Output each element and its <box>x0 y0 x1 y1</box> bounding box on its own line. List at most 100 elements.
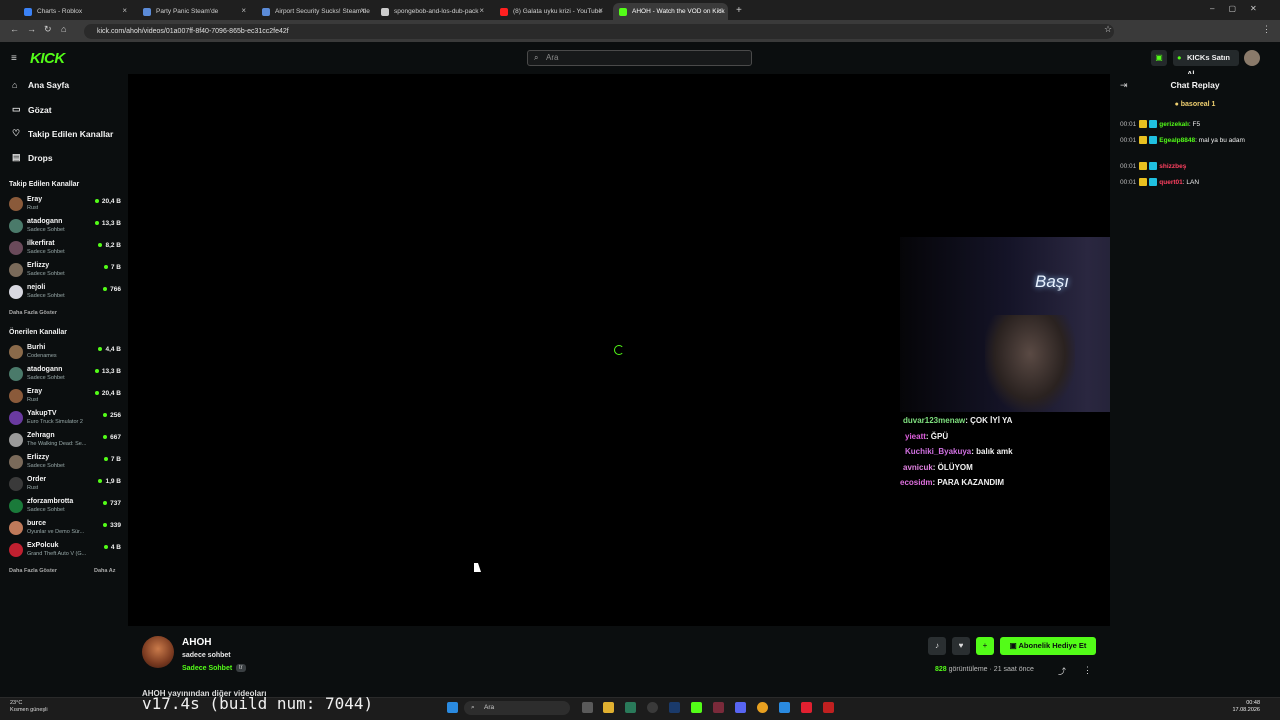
weather-widget[interactable]: 23°C Kısmen güneşli <box>10 700 48 714</box>
channel-avatar <box>9 411 23 425</box>
app-red2-icon[interactable] <box>823 702 834 713</box>
bookmark-star-icon[interactable]: ☆ <box>1104 24 1112 35</box>
show-more-followed[interactable]: Daha Fazla Göster <box>9 310 57 316</box>
sidebar-nav-item[interactable]: ▭ Gözat <box>12 104 52 115</box>
viewer-count: 766 <box>103 286 121 293</box>
taskbar-clock[interactable]: 00:48 17.08.2026 <box>1225 700 1260 714</box>
tab-close-icon[interactable]: × <box>122 6 127 15</box>
channel-item[interactable]: burce Oyunlar ve Demo Sür... 339 <box>9 518 121 538</box>
chat-timestamp: 00:01 <box>1120 163 1137 170</box>
reload-icon[interactable]: ↻ <box>44 24 52 35</box>
discord-icon[interactable] <box>735 702 746 713</box>
channel-item[interactable]: ExPolcuk Grand Theft Auto V (G... 4 B <box>9 540 121 560</box>
browser-tab[interactable]: Airport Security Sucks! Steam'de × <box>256 3 371 20</box>
browser-tab[interactable]: Party Panic Steam'de × <box>137 3 252 20</box>
chat-username[interactable]: shizzbeş <box>1159 163 1186 170</box>
home-icon[interactable]: ⌂ <box>61 24 66 34</box>
chat-message: 00:01 gerizekalı: F5 <box>1120 120 1270 130</box>
mouse-cursor-icon <box>474 563 481 572</box>
forward-icon[interactable]: → <box>27 24 36 34</box>
channel-name: zforzambrotta <box>27 498 74 505</box>
channel-item[interactable]: atadogann Sadece Sohbet 13,3 B <box>9 364 121 384</box>
tab-title: Party Panic Steam'de <box>156 8 219 15</box>
taskbar-search[interactable]: ⌕ Ara <box>464 701 570 715</box>
view-label: görüntüleme <box>948 666 988 673</box>
search-placeholder: Ara <box>546 53 559 62</box>
tab-close-icon[interactable]: × <box>717 6 722 15</box>
browser-menu-icon[interactable]: ⋮ <box>1262 24 1271 35</box>
chat-message: 00:01 Egealp8848: mal ya bu adam <box>1120 136 1270 146</box>
tab-close-icon[interactable]: × <box>598 6 603 15</box>
chat-username[interactable]: quert01 <box>1159 179 1182 186</box>
channel-name: Zehragn <box>27 432 55 439</box>
follow-heart-icon[interactable]: ♥ <box>952 637 970 655</box>
overlay-message: : PARA KAZANDIM <box>932 478 1005 487</box>
channel-item[interactable]: nejoli Sadece Sohbet 766 <box>9 282 121 302</box>
share-icon[interactable]: ⤴ <box>1058 666 1066 677</box>
viewer-count: 8,2 B <box>98 242 121 249</box>
taskbar-app-icon[interactable] <box>625 702 636 713</box>
new-tab-button[interactable]: + <box>736 5 742 16</box>
chat-username[interactable]: gerizekalı <box>1159 121 1189 128</box>
channel-item[interactable]: Erlizzy Sadece Sohbet 7 B <box>9 260 121 280</box>
channel-item[interactable]: Zehragn The Walking Dead: Se... 667 <box>9 430 121 450</box>
tab-title: AHOH - Watch the VOD on Kick <box>632 8 725 15</box>
browser-tab[interactable]: spongebob-and-los-dub-pack × <box>375 3 490 20</box>
app-red-icon[interactable] <box>801 702 812 713</box>
channel-item[interactable]: Burhi Codenames 4,4 B <box>9 342 121 362</box>
user-avatar[interactable] <box>1244 50 1260 66</box>
channel-item[interactable]: atadogann Sadece Sohbet 13,3 B <box>9 216 121 236</box>
channel-category: The Walking Dead: Se... <box>27 441 87 447</box>
show-less-recommended[interactable]: Daha Az <box>94 568 116 574</box>
back-icon[interactable]: ← <box>10 24 19 34</box>
channel-avatar <box>9 543 23 557</box>
sidebar-nav-item[interactable]: ♡ Takip Edilen Kanallar <box>12 128 113 139</box>
channel-item[interactable]: Erlizzy Sadece Sohbet 7 B <box>9 452 121 472</box>
kick-logo[interactable]: KICK <box>30 50 65 67</box>
chat-message: 00:01 shizzbeş <box>1120 162 1270 172</box>
buy-kicks-button[interactable]: ● KICKs Satın Al <box>1173 50 1239 78</box>
category-link[interactable]: Sadece Sohbet <box>182 665 232 672</box>
channel-item[interactable]: ilkerfirat Sadece Sohbet 8,2 B <box>9 238 121 258</box>
channel-item[interactable]: Eray Rust 20,4 B <box>9 386 121 406</box>
steam-icon[interactable] <box>669 702 680 713</box>
chrome-icon[interactable] <box>757 702 768 713</box>
channel-item[interactable]: YakupTV Euro Truck Simulator 2 256 <box>9 408 121 428</box>
channel-name: Eray <box>27 196 43 203</box>
file-explorer-icon[interactable] <box>603 702 614 713</box>
notification-bell-icon[interactable]: ♪ <box>928 637 946 655</box>
sidebar-nav-item[interactable]: ▤ Drops <box>12 152 53 163</box>
channel-item[interactable]: Order Rust 1,9 B <box>9 474 121 494</box>
kick-app-icon[interactable] <box>691 702 702 713</box>
task-view-icon[interactable] <box>582 702 593 713</box>
browser-tab[interactable]: (8) Galata uyku krizi - YouTube × <box>494 3 609 20</box>
url-bar[interactable]: kick.com/ahoh/videos/01a007ff-8f40-7096-… <box>84 24 1114 39</box>
chat-username[interactable]: Egealp8848 <box>1159 137 1195 144</box>
window-controls[interactable]: –▢✕ <box>1210 4 1271 13</box>
store-icon[interactable] <box>779 702 790 713</box>
hamburger-menu-icon[interactable]: ≡ <box>11 53 17 64</box>
channel-name: YakupTV <box>27 410 57 417</box>
rewards-icon[interactable]: ▣ <box>1151 50 1167 66</box>
capcut-icon[interactable] <box>713 702 724 713</box>
browser-tab[interactable]: Charts - Roblox × <box>18 3 133 20</box>
browser-tab[interactable]: AHOH - Watch the VOD on Kick × <box>613 3 728 20</box>
video-stats: 828 görüntüleme · 21 saat önce <box>935 666 1034 673</box>
sidebar-nav-item[interactable]: ⌂ Ana Sayfa <box>12 80 69 90</box>
more-options-icon[interactable]: ⋮ <box>1083 665 1092 676</box>
channel-avatar <box>9 477 23 491</box>
channel-avatar[interactable] <box>142 636 174 668</box>
gift-sub-button[interactable]: ▣ Abonelik Hediye Et <box>1000 637 1096 655</box>
tab-close-icon[interactable]: × <box>360 6 365 15</box>
channel-name[interactable]: AHOH <box>182 637 211 648</box>
tab-close-icon[interactable]: × <box>241 6 246 15</box>
show-more-recommended[interactable]: Daha Fazla Göster <box>9 568 57 574</box>
windows-start-icon[interactable] <box>447 702 458 713</box>
obs-icon[interactable] <box>647 702 658 713</box>
search-input[interactable]: ⌕ Ara <box>527 50 752 66</box>
channel-item[interactable]: Eray Rust 20,4 B <box>9 194 121 214</box>
subscribe-button[interactable]: + <box>976 637 994 655</box>
channel-item[interactable]: zforzambrotta Sadece Sohbet 737 <box>9 496 121 516</box>
channel-category: Rust <box>27 397 39 403</box>
tab-close-icon[interactable]: × <box>479 6 484 15</box>
